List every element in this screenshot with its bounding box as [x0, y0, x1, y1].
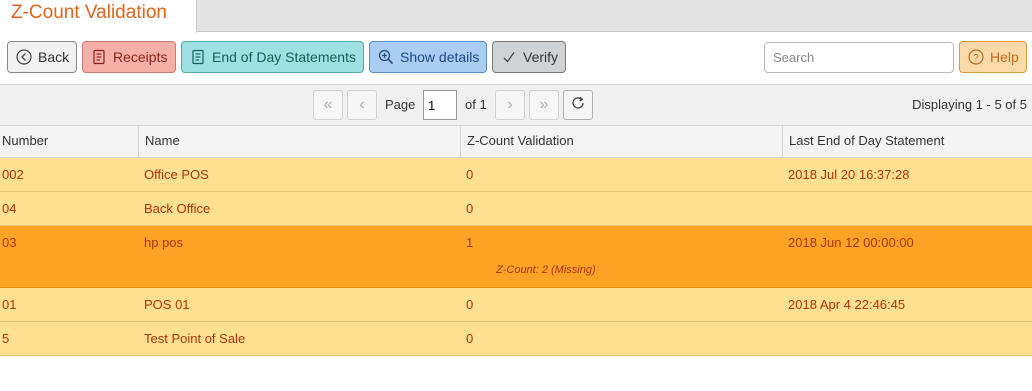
tab-bar: Z-Count Validation [0, 0, 1032, 33]
last-page-button[interactable]: » [529, 90, 559, 120]
table-row[interactable]: 002 Office POS 0 2018 Jul 20 16:37:28 [0, 158, 1032, 192]
row-z-count: 0 [466, 331, 474, 346]
help-button-label: Help [990, 49, 1019, 65]
end-of-day-statements-label: End of Day Statements [212, 49, 356, 65]
table-header: Number Name Z-Count Validation Last End … [0, 126, 1032, 158]
show-details-label: Show details [400, 49, 480, 65]
row-number: 03 [2, 235, 17, 250]
verify-button[interactable]: Verify [492, 41, 566, 73]
double-chevron-right-icon: » [539, 96, 549, 113]
row-z-count: 0 [466, 167, 474, 182]
first-page-button[interactable]: « [313, 90, 343, 120]
refresh-icon [570, 95, 586, 116]
column-header-last-end-of-day-statement[interactable]: Last End of Day Statement [782, 126, 1032, 158]
row-number: 002 [2, 167, 24, 182]
row-number: 01 [2, 297, 17, 312]
page-count-label: of 1 [465, 97, 487, 112]
previous-page-button[interactable]: ‹ [347, 90, 377, 120]
show-details-button[interactable]: Show details [369, 41, 487, 73]
receipts-button[interactable]: Receipts [82, 41, 176, 73]
receipt-icon [91, 49, 107, 65]
end-of-day-statements-button[interactable]: End of Day Statements [181, 41, 364, 73]
row-z-count: 1 [466, 235, 474, 250]
page-label: Page [385, 97, 416, 112]
checkmark-icon [501, 49, 517, 65]
receipts-button-label: Receipts [113, 49, 168, 65]
back-circle-icon [16, 49, 32, 65]
verify-button-label: Verify [523, 49, 559, 65]
row-z-count: 0 [466, 201, 474, 216]
row-name: Office POS [144, 167, 209, 182]
pagination-bar: « ‹ Page of 1 › » Displaying 1 - 5 of 5 [0, 85, 1032, 126]
toolbar: Back Receipts End of Day Statements Show… [0, 33, 1032, 85]
table-row[interactable]: 01 POS 01 0 2018 Apr 4 22:46:45 [0, 288, 1032, 322]
table-row[interactable]: 5 Test Point of Sale 0 [0, 322, 1032, 356]
row-last-eod: 2018 Jul 20 16:37:28 [788, 167, 910, 182]
column-header-name[interactable]: Name [138, 126, 460, 158]
zoom-in-icon [378, 49, 394, 65]
help-button[interactable]: ? Help [959, 41, 1027, 73]
column-header-z-count-validation[interactable]: Z-Count Validation [460, 126, 782, 158]
row-name: Test Point of Sale [144, 331, 246, 346]
row-name: Back Office [144, 201, 211, 216]
search-input[interactable] [764, 42, 954, 73]
row-number: 04 [2, 201, 17, 216]
table-row-selected[interactable]: 03 hp pos 1 2018 Jun 12 00:00:00 Z-Count… [0, 226, 1032, 288]
back-button-label: Back [38, 49, 70, 65]
row-detail-note: Z-Count: 2 (Missing) [496, 264, 596, 276]
table-row[interactable]: 04 Back Office 0 [0, 192, 1032, 226]
row-name: POS 01 [144, 297, 190, 312]
row-z-count: 0 [466, 297, 474, 312]
back-button[interactable]: Back [7, 41, 77, 73]
svg-text:?: ? [973, 53, 979, 64]
chevron-left-icon: ‹ [359, 96, 365, 113]
help-circle-icon: ? [968, 49, 984, 65]
page-title: Z-Count Validation [11, 2, 167, 23]
chevron-right-icon: › [507, 96, 513, 113]
double-chevron-left-icon: « [323, 96, 333, 113]
row-number: 5 [2, 331, 10, 346]
tab-z-count-validation[interactable]: Z-Count Validation [0, 0, 197, 33]
refresh-button[interactable] [563, 90, 593, 120]
next-page-button[interactable]: › [495, 90, 525, 120]
page-number-input[interactable] [423, 90, 457, 120]
display-count: Displaying 1 - 5 of 5 [912, 97, 1027, 112]
row-last-eod: 2018 Apr 4 22:46:45 [788, 297, 906, 312]
statement-icon [190, 49, 206, 65]
row-last-eod: 2018 Jun 12 00:00:00 [788, 235, 914, 250]
column-header-number[interactable]: Number [0, 126, 138, 158]
row-name: hp pos [144, 235, 184, 250]
